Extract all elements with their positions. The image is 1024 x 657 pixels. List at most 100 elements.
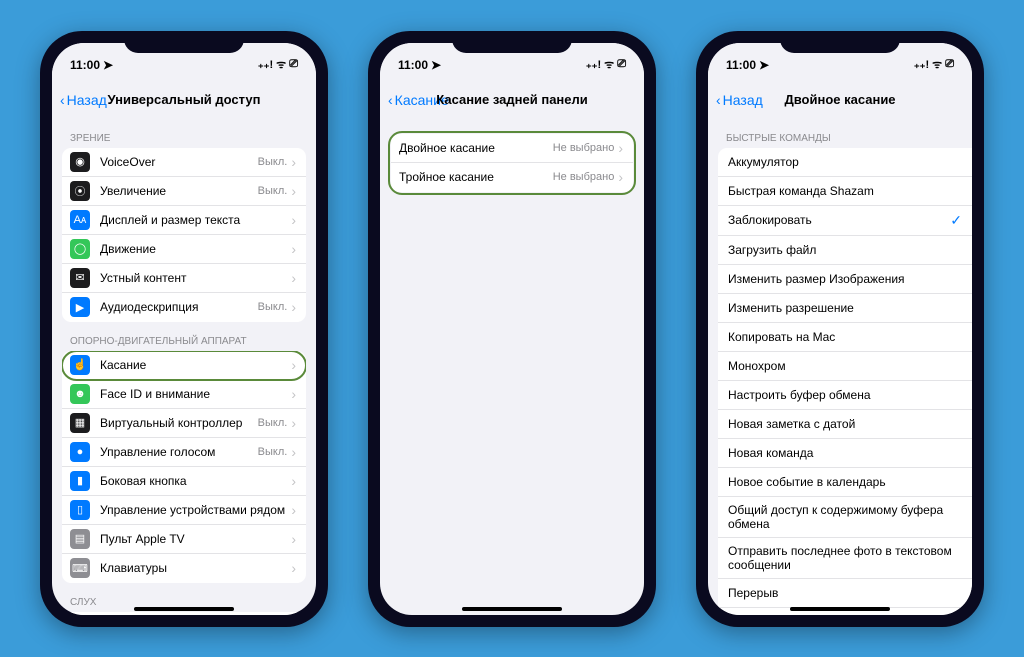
option-label: Монохром	[728, 359, 962, 373]
row-value: Выкл.	[258, 185, 288, 197]
touch-icon: ☝	[70, 355, 90, 375]
phone-double-tap: 11:00➤ ₊₊!ᯤ⎚ ‹ Назад Двойное касание БЫС…	[696, 31, 984, 627]
chevron-right-icon: ›	[291, 357, 296, 373]
list-row-zoom[interactable]: ⦿УвеличениеВыкл.›	[62, 177, 306, 206]
option-label: Перерыв	[728, 586, 962, 600]
keyboard-icon: ⌨	[70, 558, 90, 578]
spoken-icon: ✉	[70, 268, 90, 288]
option-label: Новое событие в календарь	[728, 475, 962, 489]
back-button[interactable]: ‹ Назад	[716, 92, 763, 108]
remote-icon: ▤	[70, 529, 90, 549]
list-row-touch[interactable]: ☝Касание›	[62, 351, 306, 380]
list-row-keyboard[interactable]: ⌨Клавиатуры›	[62, 554, 306, 583]
notch	[124, 31, 244, 53]
battery-icon: ⎚	[289, 58, 298, 71]
battery-icon: ⎚	[945, 58, 954, 71]
row-label: Face ID и внимание	[100, 387, 291, 401]
location-icon: ➤	[759, 58, 769, 72]
row-label: Виртуальный контроллер	[100, 416, 258, 430]
shortcut-option[interactable]: Новое событие в календарь	[718, 468, 972, 497]
shortcut-option[interactable]: Новая команда	[718, 439, 972, 468]
option-label: Заблокировать	[728, 213, 950, 227]
row-label: Боковая кнопка	[100, 474, 291, 488]
list-row-voice[interactable]: ●Управление голосомВыкл.›	[62, 438, 306, 467]
chevron-left-icon: ‹	[388, 92, 393, 108]
wifi-icon: ᯤ	[604, 57, 614, 72]
shortcut-option[interactable]: Изменить разрешение	[718, 294, 972, 323]
back-tap-row[interactable]: Двойное касаниеНе выбрано›	[391, 134, 633, 163]
row-label: Движение	[100, 242, 291, 256]
page-title: Двойное касание	[784, 92, 895, 107]
option-label: Новая заметка с датой	[728, 417, 962, 431]
row-label: Двойное касание	[399, 141, 553, 155]
list-row-motion[interactable]: ◯Движение›	[62, 235, 306, 264]
chevron-right-icon: ›	[291, 502, 296, 518]
shortcut-option[interactable]: Перерыв	[718, 579, 972, 608]
list-row-remote[interactable]: ▤ Пульт Apple TV›	[62, 525, 306, 554]
shortcut-option[interactable]: Новая заметка с датой	[718, 410, 972, 439]
chevron-right-icon: ›	[291, 473, 296, 489]
option-label: Настроить буфер обмена	[728, 388, 962, 402]
shortcut-option[interactable]: Загрузить файл	[718, 236, 972, 265]
row-label: Пульт Apple TV	[100, 532, 291, 546]
section-header-motor: ОПОРНО-ДВИГАТЕЛЬНЫЙ АППАРАТ	[62, 322, 306, 351]
side-icon: ▮	[70, 471, 90, 491]
shortcut-option[interactable]: Изменить размер Изображения	[718, 265, 972, 294]
row-label: Аудиодескрипция	[100, 300, 258, 314]
chevron-right-icon: ›	[291, 386, 296, 402]
chevron-right-icon: ›	[291, 415, 296, 431]
shortcut-option[interactable]: Монохром	[718, 352, 972, 381]
wifi-icon: ᯤ	[932, 57, 942, 72]
list-row-spoken[interactable]: ✉Устный контент›	[62, 264, 306, 293]
list-row-voiceover[interactable]: ◉VoiceOverВыкл.›	[62, 148, 306, 177]
battery-icon: ⎚	[617, 58, 626, 71]
shortcut-option[interactable]: Заблокировать✓	[718, 206, 972, 236]
chevron-right-icon: ›	[291, 270, 296, 286]
back-tap-row[interactable]: Тройное касаниеНе выбрано›	[391, 163, 633, 192]
home-indicator[interactable]	[790, 607, 890, 611]
chevron-right-icon: ›	[291, 154, 296, 170]
chevron-left-icon: ‹	[716, 92, 721, 108]
list-row-nearby[interactable]: ▯Управление устройствами рядом›	[62, 496, 306, 525]
chevron-right-icon: ›	[618, 140, 623, 156]
section-header-shortcuts: БЫСТРЫЕ КОМАНДЫ	[718, 119, 972, 148]
page-title: Универсальный доступ	[108, 92, 261, 107]
list-row-display[interactable]: AᴀДисплей и размер текста›	[62, 206, 306, 235]
option-label: Аккумулятор	[728, 155, 962, 169]
cell-icon: ₊₊!	[914, 58, 929, 71]
switch-icon: ▦	[70, 413, 90, 433]
home-indicator[interactable]	[462, 607, 562, 611]
location-icon: ➤	[431, 58, 441, 72]
phone-back-tap: 11:00➤ ₊₊!ᯤ⎚ ‹ Касание Касание задней па…	[368, 31, 656, 627]
row-label: VoiceOver	[100, 155, 258, 169]
shortcut-option[interactable]: Копировать на Mac	[718, 323, 972, 352]
chevron-right-icon: ›	[291, 444, 296, 460]
option-label: Общий доступ к содержимому буфера обмена	[728, 503, 962, 531]
audio-desc-icon: ▶	[70, 297, 90, 317]
option-label: Новая команда	[728, 446, 962, 460]
list-row-faceid[interactable]: ☻Face ID и внимание›	[62, 380, 306, 409]
shortcut-option[interactable]: Отправить последнее фото в текстовом соо…	[718, 538, 972, 579]
list-row-switch[interactable]: ▦Виртуальный контроллерВыкл.›	[62, 409, 306, 438]
shortcut-option[interactable]: Быстрая команда Shazam	[718, 177, 972, 206]
row-label: Увеличение	[100, 184, 258, 198]
chevron-right-icon: ›	[291, 531, 296, 547]
chevron-right-icon: ›	[291, 560, 296, 576]
phone-accessibility: 11:00➤ ₊₊!ᯤ⎚ ‹ Назад Универсальный досту…	[40, 31, 328, 627]
list-row-audio-desc[interactable]: ▶АудиодескрипцияВыкл.›	[62, 293, 306, 322]
notch	[780, 31, 900, 53]
shortcut-option[interactable]: Настроить буфер обмена	[718, 381, 972, 410]
shortcut-option[interactable]: Общий доступ к содержимому буфера обмена	[718, 497, 972, 538]
chevron-right-icon: ›	[291, 183, 296, 199]
shortcut-option[interactable]: Аккумулятор	[718, 148, 972, 177]
list-row-hearing[interactable]: ☊Слуховые устройства›	[62, 612, 306, 615]
nearby-icon: ▯	[70, 500, 90, 520]
list-row-side[interactable]: ▮ Боковая кнопка›	[62, 467, 306, 496]
location-icon: ➤	[103, 58, 113, 72]
cell-icon: ₊₊!	[258, 58, 273, 71]
nav-bar: ‹ Назад Универсальный доступ	[52, 81, 316, 119]
home-indicator[interactable]	[134, 607, 234, 611]
back-button[interactable]: ‹ Назад	[60, 92, 107, 108]
chevron-right-icon: ›	[291, 241, 296, 257]
option-label: Изменить разрешение	[728, 301, 962, 315]
